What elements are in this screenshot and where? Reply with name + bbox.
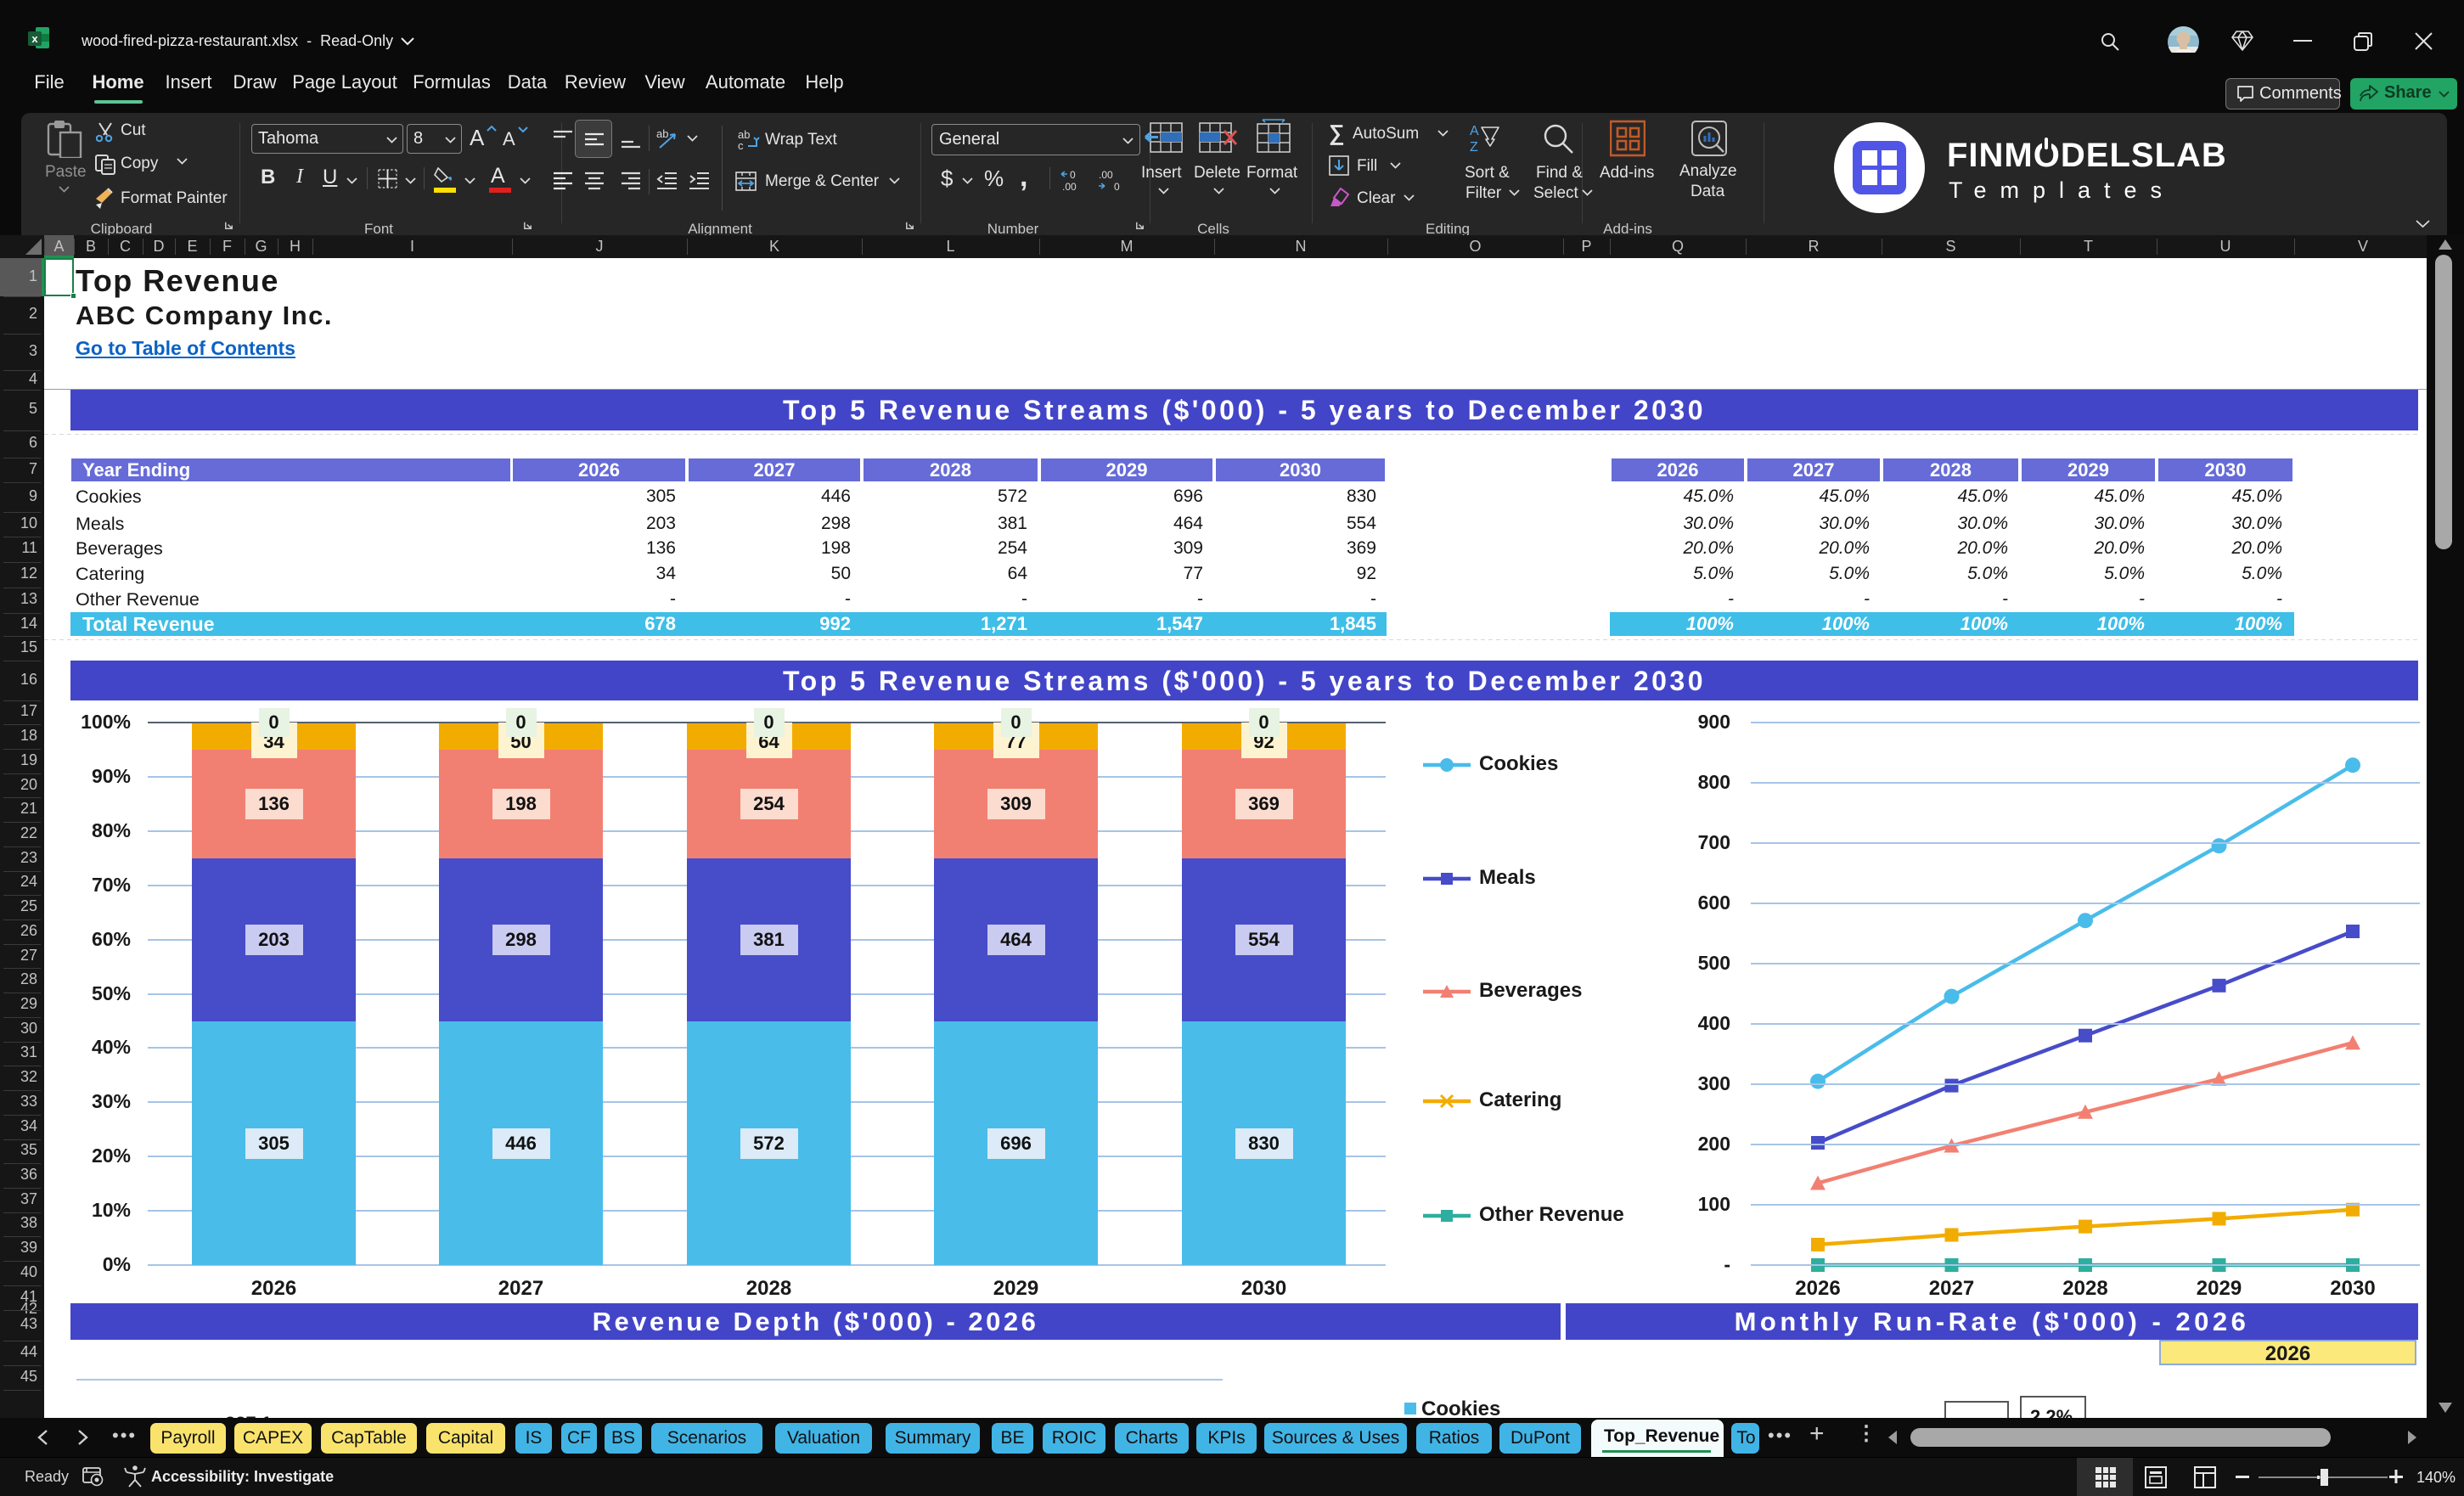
svg-text:Z: Z: [1470, 140, 1478, 154]
svg-text:ab: ab: [656, 127, 668, 140]
svg-text:c: c: [738, 139, 744, 152]
svg-text:.00: .00: [1062, 181, 1077, 193]
svg-text:x: x: [31, 32, 38, 45]
svg-text:A: A: [1470, 124, 1479, 138]
svg-text:.00: .00: [1099, 169, 1113, 181]
svg-text:0: 0: [1114, 181, 1120, 193]
svg-text:0: 0: [1070, 169, 1076, 181]
